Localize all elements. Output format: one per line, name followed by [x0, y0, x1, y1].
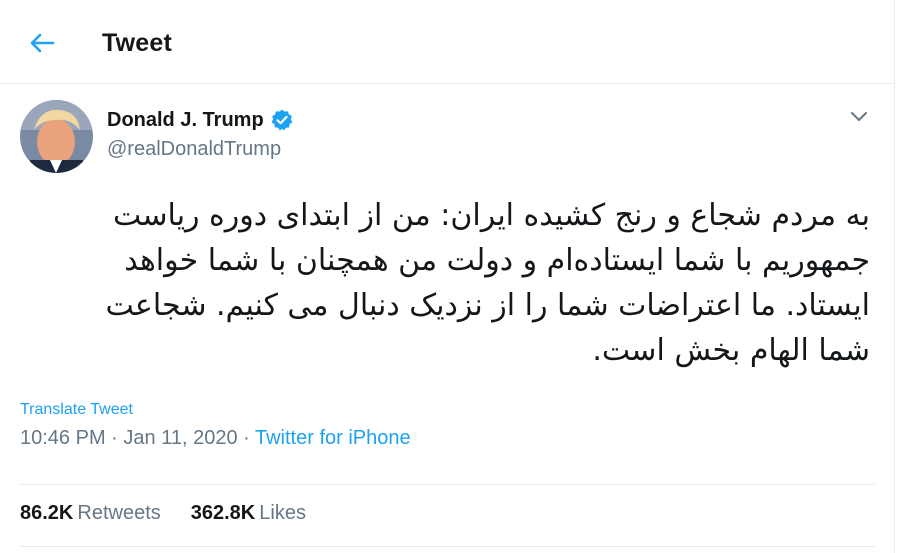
header: Tweet [0, 0, 895, 84]
back-button[interactable] [22, 27, 62, 59]
meta-separator: · [243, 427, 255, 449]
retweets-label: Retweets [77, 502, 161, 524]
tweet-meta: 10:46 PM · Jan 11, 2020 · Twitter for iP… [20, 427, 411, 450]
likes-label: Likes [259, 502, 306, 524]
divider [20, 484, 875, 485]
arrow-left-icon [30, 33, 55, 53]
author-name: Donald J. Trump [107, 108, 264, 131]
likes-stat[interactable]: 362.8K Likes [191, 502, 306, 525]
verified-badge-icon [271, 109, 293, 131]
tweet-text: به مردم شجاع و رنج کشیده ایران: من از اب… [10, 193, 870, 373]
tweet-page: Tweet Donald J. Trump @realDonaldTrump ب… [0, 0, 895, 553]
tweet-stats: 86.2K Retweets 362.8K Likes [20, 502, 306, 525]
tweet-source-link[interactable]: Twitter for iPhone [255, 427, 411, 449]
avatar[interactable] [20, 100, 93, 173]
tweet-text-line: جمهوریم با شما ایستاده‌ام و دولت من همچن… [124, 243, 870, 278]
divider [20, 546, 875, 547]
tweet-text-line: ایستاد. ما اعتراضات شما را از نزدیک دنبا… [105, 288, 870, 323]
author-name-row[interactable]: Donald J. Trump [107, 108, 294, 132]
chevron-down-icon [851, 112, 867, 121]
retweets-count: 86.2K [20, 502, 74, 524]
tweet-date[interactable]: Jan 11, 2020 [123, 427, 237, 449]
likes-count: 362.8K [190, 502, 256, 524]
tweet-text-line: شما الهام بخش است. [592, 333, 870, 368]
tweet-time[interactable]: 10:46 PM [20, 427, 106, 449]
page-title: Tweet [102, 29, 172, 57]
author-handle[interactable]: @realDonaldTrump [107, 138, 281, 161]
meta-separator: · [111, 427, 124, 449]
translate-tweet-link[interactable]: Translate Tweet [20, 401, 133, 419]
retweets-stat[interactable]: 86.2K Retweets [20, 502, 161, 525]
tweet-text-line: به مردم شجاع و رنج کشیده ایران: من از اب… [112, 198, 870, 233]
more-options-button[interactable] [846, 106, 872, 128]
